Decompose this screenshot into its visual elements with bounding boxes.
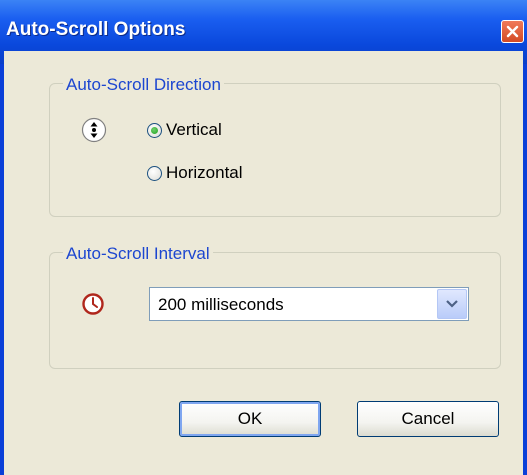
radio-vertical[interactable]: Vertical [147, 120, 222, 140]
ok-button[interactable]: OK [179, 401, 321, 437]
close-icon [506, 25, 519, 38]
interval-select-value: 200 milliseconds [158, 295, 284, 314]
scroll-direction-icon [81, 117, 107, 143]
cancel-button[interactable]: Cancel [357, 401, 499, 437]
dialog-window: Auto-Scroll Options Auto-Scroll Directio… [0, 0, 527, 475]
direction-group-legend: Auto-Scroll Direction [63, 75, 224, 95]
dialog-title: Auto-Scroll Options [6, 19, 186, 40]
radio-horizontal-label: Horizontal [166, 163, 243, 182]
interval-dropdown-button[interactable] [437, 289, 467, 319]
radio-horizontal[interactable]: Horizontal [147, 163, 243, 183]
close-button[interactable] [501, 20, 524, 43]
radio-vertical-button[interactable] [147, 122, 162, 138]
dialog-body: Auto-Scroll Direction Vertical Horizonta… [4, 51, 523, 475]
chevron-down-icon [446, 300, 458, 308]
clock-icon [82, 293, 104, 315]
direction-group [49, 83, 501, 217]
interval-group-legend: Auto-Scroll Interval [63, 244, 213, 264]
radio-horizontal-button[interactable] [147, 165, 162, 181]
interval-select[interactable]: 200 milliseconds [149, 287, 469, 321]
radio-vertical-label: Vertical [166, 120, 222, 139]
